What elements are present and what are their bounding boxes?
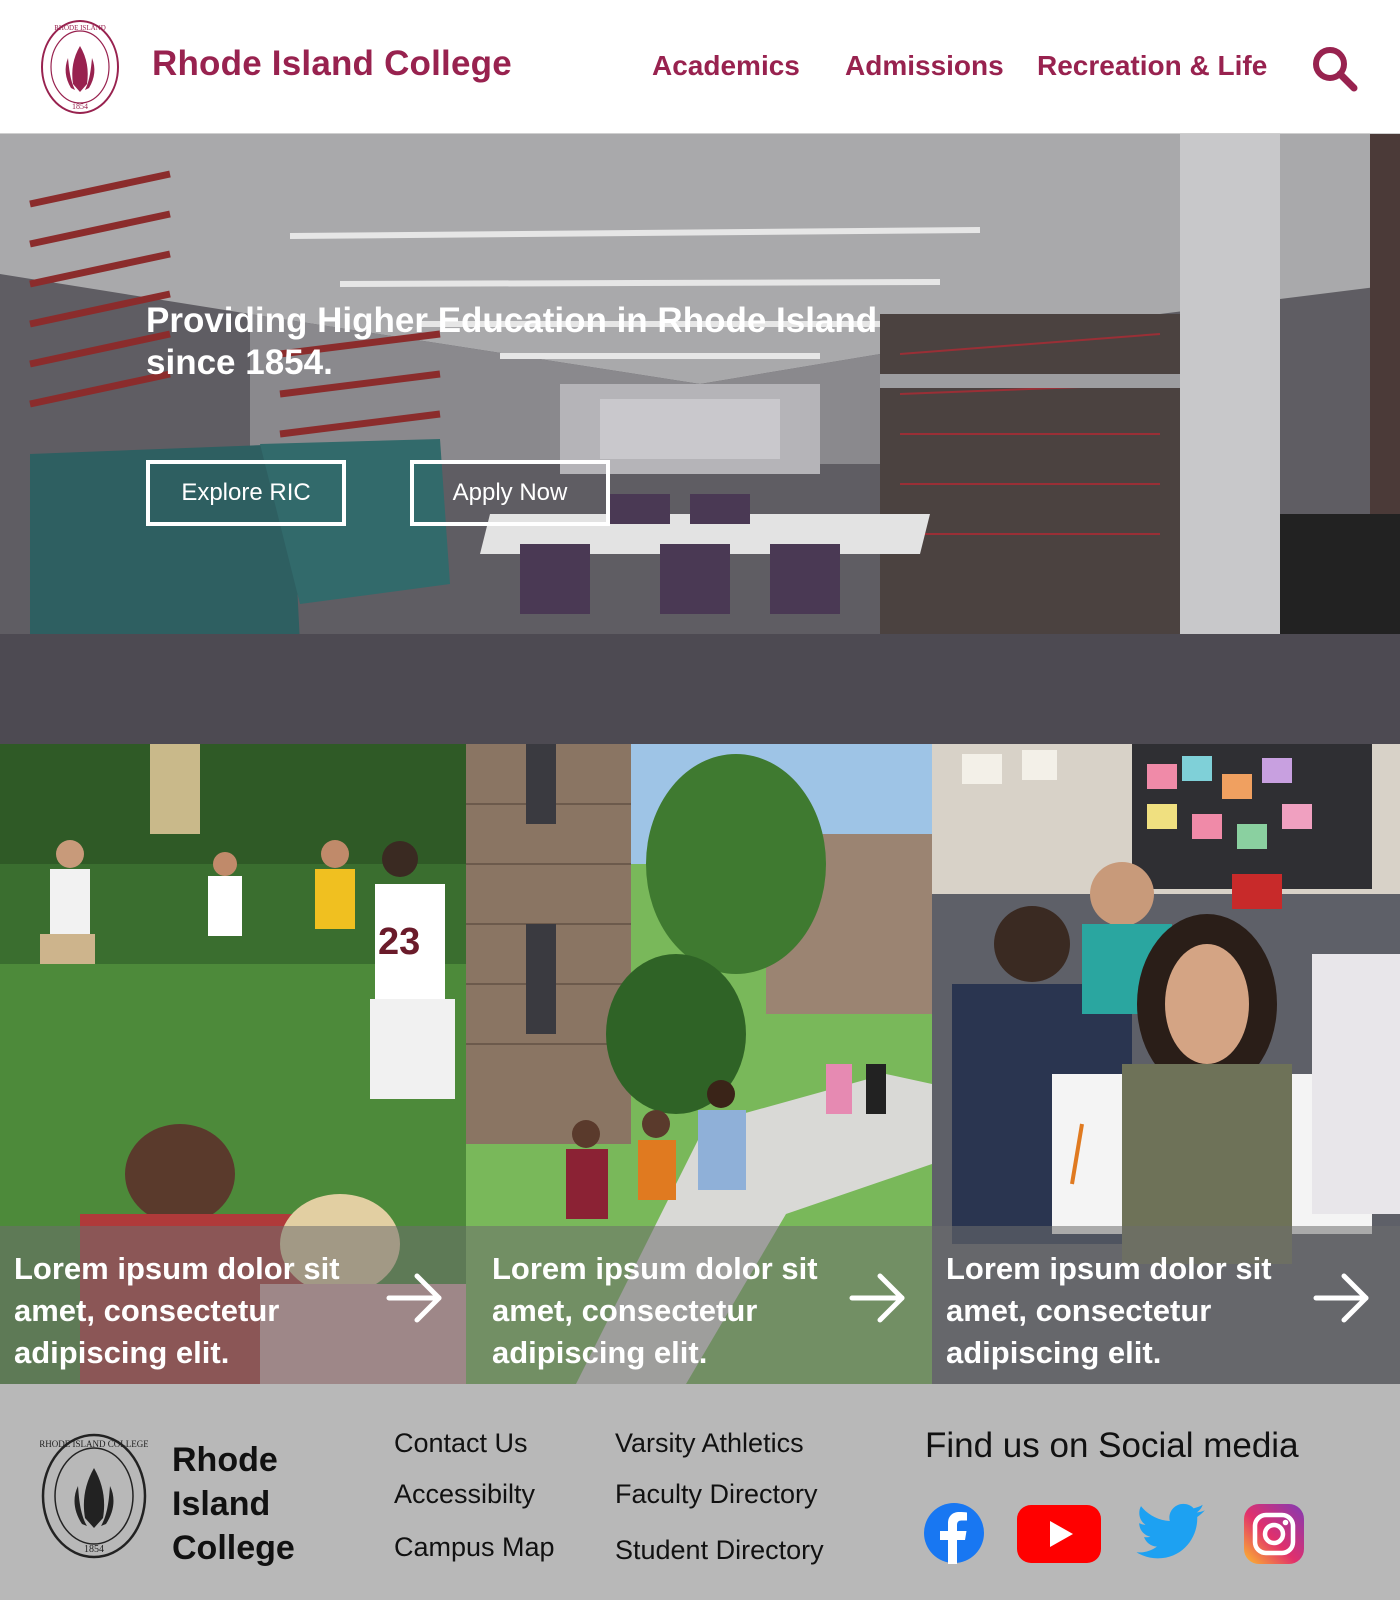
nav-recreation-life[interactable]: Recreation & Life <box>1037 50 1267 82</box>
campus-map-link[interactable]: Campus Map <box>394 1532 555 1563</box>
footer-brand-line: Rhode <box>172 1441 278 1479</box>
seal-year: 1854 <box>84 1544 104 1555</box>
explore-ric-button[interactable]: Explore RIC <box>146 460 346 526</box>
college-seal-logo[interactable]: RHODE ISLAND 1854 <box>40 18 120 116</box>
card-caption: Lorem ipsum dolor sit amet, consectetur … <box>0 1226 466 1384</box>
facebook-icon[interactable] <box>923 1502 985 1564</box>
twitter-icon[interactable] <box>1135 1503 1207 1565</box>
feature-card-2[interactable]: Lorem ipsum dolor sit amet, consectetur … <box>466 744 932 1384</box>
hero-title: Providing Higher Education in Rhode Isla… <box>146 301 878 382</box>
accessibility-link[interactable]: Accessibilty <box>394 1479 535 1510</box>
feature-cards: 23 Lorem ipsum dolor sit amet, consectet… <box>0 744 1400 1384</box>
social-media-heading: Find us on Social media <box>925 1426 1299 1465</box>
varsity-athletics-link[interactable]: Varsity Athletics <box>615 1428 804 1459</box>
nav-academics[interactable]: Academics <box>652 50 800 82</box>
hero-banner: Providing Higher Education in Rhode Isla… <box>0 134 1400 744</box>
site-header: RHODE ISLAND 1854 Rhode Island College A… <box>0 0 1400 134</box>
youtube-icon[interactable] <box>1017 1505 1101 1563</box>
jersey-number: 23 <box>378 921 420 963</box>
faculty-directory-link[interactable]: Faculty Directory <box>615 1479 818 1510</box>
card-text: Lorem ipsum dolor sit amet, consectetur … <box>14 1251 340 1370</box>
student-directory-link[interactable]: Student Directory <box>615 1535 824 1566</box>
seal-text: RHODE ISLAND COLLEGE <box>40 1439 148 1449</box>
card-caption: Lorem ipsum dolor sit amet, consectetur … <box>932 1226 1400 1384</box>
svg-text:1854: 1854 <box>72 102 88 111</box>
nav-admissions[interactable]: Admissions <box>845 50 1004 82</box>
card-text: Lorem ipsum dolor sit amet, consectetur … <box>492 1251 818 1370</box>
footer-brand: Rhode Island College <box>172 1438 295 1570</box>
feature-card-1[interactable]: 23 Lorem ipsum dolor sit amet, consectet… <box>0 744 466 1384</box>
site-footer: RHODE ISLAND COLLEGE 1854 Rhode Island C… <box>0 1384 1400 1600</box>
apply-now-button[interactable]: Apply Now <box>410 460 610 526</box>
footer-brand-line: College <box>172 1529 295 1567</box>
library-photo <box>0 134 1400 744</box>
site-title[interactable]: Rhode Island College <box>152 44 512 84</box>
arrow-right-icon[interactable] <box>1312 1270 1372 1326</box>
svg-text:RHODE ISLAND: RHODE ISLAND <box>54 24 106 32</box>
contact-us-link[interactable]: Contact Us <box>394 1428 528 1459</box>
instagram-icon[interactable] <box>1244 1504 1304 1564</box>
search-icon[interactable] <box>1310 44 1358 92</box>
card-text: Lorem ipsum dolor sit amet, consectetur … <box>946 1251 1272 1370</box>
card-caption: Lorem ipsum dolor sit amet, consectetur … <box>466 1226 932 1384</box>
feature-card-3[interactable]: Lorem ipsum dolor sit amet, consectetur … <box>932 744 1400 1384</box>
arrow-right-icon[interactable] <box>385 1270 445 1326</box>
arrow-right-icon[interactable] <box>848 1270 908 1326</box>
footer-brand-line: Island <box>172 1485 271 1523</box>
college-seal-logo[interactable]: RHODE ISLAND COLLEGE 1854 <box>40 1432 148 1560</box>
